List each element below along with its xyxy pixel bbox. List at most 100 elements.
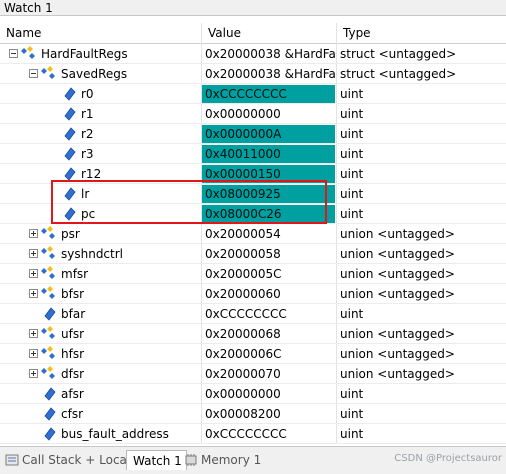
row-value[interactable]: 0x20000038 &HardFau... xyxy=(202,45,335,63)
row-type: union <untagged> xyxy=(340,347,455,361)
row-name-cell: cfsr xyxy=(0,404,201,424)
watch-tree: HardFaultRegs 0x20000038 &HardFau... struc… xyxy=(0,44,506,444)
row-value[interactable]: 0x20000068 xyxy=(202,325,335,343)
row-type: union <untagged> xyxy=(340,327,455,341)
variable-icon xyxy=(61,86,77,102)
row-name: mfsr xyxy=(61,267,89,281)
row-value[interactable]: 0x40011000 xyxy=(202,145,335,163)
struct-icon xyxy=(41,226,57,242)
row-name-cell: mfsr xyxy=(0,264,201,284)
watch-row-mfsr[interactable]: mfsr 0x2000005C union <untagged> xyxy=(0,264,506,284)
row-type: struct <untagged> xyxy=(340,67,457,81)
row-name: r3 xyxy=(81,147,94,161)
row-name-cell: bus_fault_address xyxy=(0,424,201,444)
variable-icon xyxy=(41,406,57,422)
watch-row-bfsr[interactable]: bfsr 0x20000060 union <untagged> xyxy=(0,284,506,304)
struct-icon xyxy=(41,246,57,262)
row-value[interactable]: 0xCCCCCCCC xyxy=(202,305,335,323)
watch-row-psr[interactable]: psr 0x20000054 union <untagged> xyxy=(0,224,506,244)
row-type: union <untagged> xyxy=(340,287,455,301)
watch-row-syshndctrl[interactable]: syshndctrl 0x20000058 union <untagged> xyxy=(0,244,506,264)
expand-icon[interactable] xyxy=(29,349,38,358)
row-type: uint xyxy=(340,407,364,421)
struct-icon xyxy=(41,346,57,362)
tab-label: Memory 1 xyxy=(201,453,262,467)
row-type: uint xyxy=(340,107,364,121)
row-type: union <untagged> xyxy=(340,227,455,241)
row-type: uint xyxy=(340,207,364,221)
row-name: r1 xyxy=(81,107,94,121)
row-type: uint xyxy=(340,307,364,321)
tab-label: Call Stack + Locals xyxy=(22,453,137,467)
expand-icon[interactable] xyxy=(29,269,38,278)
watch-row-hfsr[interactable]: hfsr 0x2000006C union <untagged> xyxy=(0,344,506,364)
watch-row-cfsr[interactable]: cfsr 0x00008200 uint xyxy=(0,404,506,424)
row-value[interactable]: 0x2000006C xyxy=(202,345,335,363)
column-value-header[interactable]: Value xyxy=(202,23,337,43)
row-name: bfsr xyxy=(61,287,85,301)
watch-row-r1[interactable]: r1 0x00000000 uint xyxy=(0,104,506,124)
variable-icon xyxy=(61,146,77,162)
column-name-header[interactable]: Name xyxy=(0,23,202,43)
row-value[interactable]: 0x0000000A xyxy=(202,125,335,143)
row-value[interactable]: 0x20000038 &HardFau... xyxy=(202,65,335,83)
row-divider xyxy=(0,443,506,444)
struct-icon xyxy=(41,286,57,302)
row-name: bfar xyxy=(61,307,86,321)
watch-row-bus-fault-address[interactable]: bus_fault_address 0xCCCCCCCC uint xyxy=(0,424,506,444)
watch-row-HardFaultRegs[interactable]: HardFaultRegs 0x20000038 &HardFau... struc… xyxy=(0,44,506,64)
row-type: uint xyxy=(340,147,364,161)
struct-icon xyxy=(41,266,57,282)
selection-highlight-box xyxy=(51,180,327,224)
tab-memory-1[interactable]: Memory 1 xyxy=(181,450,265,470)
variable-icon xyxy=(61,106,77,122)
row-value[interactable]: 0x20000070 xyxy=(202,365,335,383)
row-name-cell: hfsr xyxy=(0,344,201,364)
tab-call-stack-locals[interactable]: Call Stack + Locals xyxy=(2,450,140,470)
expand-icon[interactable] xyxy=(29,329,38,338)
row-value[interactable]: 0x20000060 xyxy=(202,285,335,303)
expand-icon[interactable] xyxy=(29,289,38,298)
tab-label: Watch 1 xyxy=(133,454,182,468)
row-value[interactable]: 0x00000000 xyxy=(202,105,335,123)
memory-icon xyxy=(185,454,197,466)
call-stack-icon xyxy=(5,454,19,466)
row-value[interactable]: 0x00008200 xyxy=(202,405,335,423)
collapse-icon[interactable] xyxy=(29,69,38,78)
row-type: union <untagged> xyxy=(340,267,455,281)
watch-row-dfsr[interactable]: dfsr 0x20000070 union <untagged> xyxy=(0,364,506,384)
watch-row-ufsr[interactable]: ufsr 0x20000068 union <untagged> xyxy=(0,324,506,344)
row-value[interactable]: 0xCCCCCCCC xyxy=(202,85,335,103)
row-name-cell: SavedRegs xyxy=(0,64,201,84)
row-value[interactable]: 0xCCCCCCCC xyxy=(202,425,335,443)
expand-icon[interactable] xyxy=(29,369,38,378)
row-name-cell: r0 xyxy=(0,84,201,104)
watch-row-afsr[interactable]: afsr 0x00000000 uint xyxy=(0,384,506,404)
watch-row-bfar[interactable]: bfar 0xCCCCCCCC uint xyxy=(0,304,506,324)
row-value[interactable]: 0x2000005C xyxy=(202,265,335,283)
struct-icon xyxy=(21,46,37,62)
column-type-header[interactable]: Type xyxy=(337,23,506,43)
row-name: hfsr xyxy=(61,347,85,361)
row-name-cell: dfsr xyxy=(0,364,201,384)
watch-row-SavedRegs[interactable]: SavedRegs 0x20000038 &HardFau... struct <u… xyxy=(0,64,506,84)
row-name-cell: bfsr xyxy=(0,284,201,304)
row-name: dfsr xyxy=(61,367,85,381)
row-value[interactable]: 0x00000000 xyxy=(202,385,335,403)
expand-icon[interactable] xyxy=(29,229,38,238)
row-value[interactable]: 0x20000058 xyxy=(202,245,335,263)
row-value[interactable]: 0x20000054 xyxy=(202,225,335,243)
watch-row-r0[interactable]: r0 0xCCCCCCCC uint xyxy=(0,84,506,104)
variable-icon xyxy=(41,306,57,322)
expand-icon[interactable] xyxy=(29,249,38,258)
collapse-icon[interactable] xyxy=(9,49,18,58)
row-name: ufsr xyxy=(61,327,85,341)
struct-icon xyxy=(41,66,57,82)
row-type: union <untagged> xyxy=(340,247,455,261)
watch-row-r2[interactable]: r2 0x0000000A uint xyxy=(0,124,506,144)
tab-watch-1[interactable]: Watch 1 xyxy=(126,450,187,470)
row-name-cell: r3 xyxy=(0,144,201,164)
watch-row-r3[interactable]: r3 0x40011000 uint xyxy=(0,144,506,164)
row-name: psr xyxy=(61,227,80,241)
row-type: struct <untagged> xyxy=(340,47,457,61)
